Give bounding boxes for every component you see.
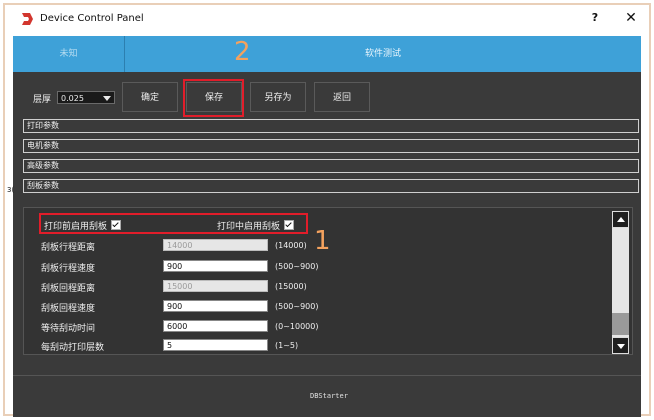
back-button[interactable]: 返回 <box>314 82 370 112</box>
param-label-scraper-travel-speed: 刮板行程速度 <box>41 264 96 274</box>
param-input-scraper-travel-distance: 14000 <box>163 239 268 251</box>
close-button[interactable]: ✕ <box>622 10 640 28</box>
app-logo-icon <box>22 13 33 25</box>
pre-print-scraper-option[interactable]: 打印前启用刮板 <box>44 219 122 232</box>
save-highlight-box <box>183 79 244 117</box>
side-mark: 3( <box>7 186 15 194</box>
tab-software-test[interactable]: 软件测试 <box>125 36 641 72</box>
param-range-scraper-wait-time: (0~10000) <box>275 322 319 331</box>
param-range-scraper-return-distance: (15000) <box>275 282 307 291</box>
chevron-down-icon <box>103 96 111 101</box>
save-as-button[interactable]: 另存为 <box>250 82 306 112</box>
param-input-scraper-wait-time[interactable]: 6000 <box>163 320 268 332</box>
param-range-scraper-return-speed: (500~900) <box>275 302 319 311</box>
param-input-layers-per-scrape[interactable]: 5 <box>163 339 268 351</box>
layer-thickness-value: 0.025 <box>61 94 84 103</box>
scroll-up-button[interactable] <box>612 211 629 228</box>
param-label-scraper-travel-distance: 刮板行程距离 <box>41 243 96 253</box>
annotation-number-2: 2 <box>234 37 251 67</box>
arrow-up-icon <box>617 217 625 222</box>
layer-thickness-select[interactable]: 0.025 <box>57 91 115 104</box>
param-input-scraper-return-speed[interactable]: 900 <box>163 300 268 312</box>
pre-print-scraper-label: 打印前启用刮板 <box>44 222 108 232</box>
confirm-button[interactable]: 确定 <box>122 82 178 112</box>
param-range-layers-per-scrape: (1~5) <box>275 341 299 350</box>
in-print-scraper-checkbox[interactable] <box>284 220 295 230</box>
section-print-params[interactable]: 打印参数 <box>23 119 639 133</box>
section-scraper-params[interactable]: 刮板参数 <box>23 179 639 193</box>
arrow-down-icon <box>617 344 625 349</box>
param-range-scraper-travel-distance: (14000) <box>275 241 307 250</box>
param-label-scraper-wait-time: 等待刮动时间 <box>41 324 96 334</box>
window-title: Device Control Panel <box>40 13 144 24</box>
param-label-layers-per-scrape: 每刮动打印层数 <box>41 343 105 353</box>
layer-thickness-label: 层厚 <box>33 95 52 105</box>
tab-unknown[interactable]: 未知 <box>13 36 125 72</box>
param-label-scraper-return-speed: 刮板回程速度 <box>41 304 96 314</box>
annotation-number-1: 1 <box>314 226 331 256</box>
param-input-scraper-return-distance: 15000 <box>163 280 268 292</box>
section-advanced-params[interactable]: 高级参数 <box>23 159 639 173</box>
pre-print-scraper-checkbox[interactable] <box>111 220 122 230</box>
param-input-scraper-travel-speed[interactable]: 900 <box>163 260 268 272</box>
section-motor-params[interactable]: 电机参数 <box>23 139 639 153</box>
status-text: DBStarter <box>310 392 348 400</box>
param-label-scraper-return-distance: 刮板回程距离 <box>41 284 96 294</box>
scroll-thumb[interactable] <box>612 313 629 335</box>
help-button[interactable]: ? <box>587 11 603 27</box>
vertical-scrollbar[interactable] <box>612 211 629 354</box>
param-range-scraper-travel-speed: (500~900) <box>275 262 319 271</box>
scroll-down-button[interactable] <box>612 337 629 354</box>
in-print-scraper-label: 打印中启用刮板 <box>217 222 281 232</box>
in-print-scraper-option[interactable]: 打印中启用刮板 <box>217 219 295 232</box>
